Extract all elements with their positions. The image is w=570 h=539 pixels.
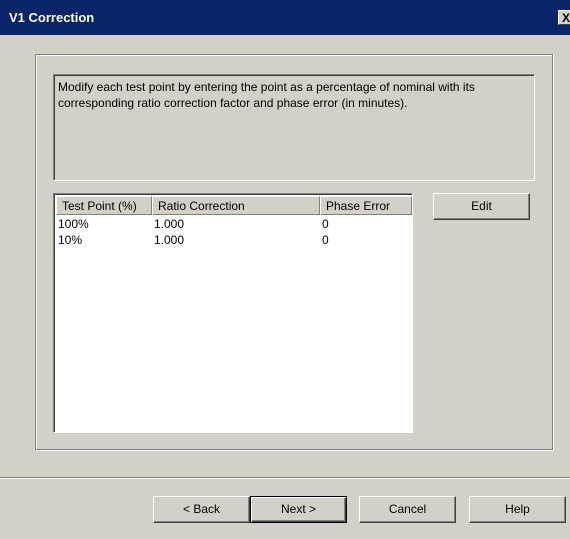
column-header-test-point[interactable]: Test Point (%) — [56, 196, 152, 215]
list-header: Test Point (%) Ratio Correction Phase Er… — [56, 196, 412, 215]
cell-test-point: 10% — [58, 233, 83, 247]
window-title: V1 Correction — [9, 10, 95, 25]
table-row[interactable]: 100% 1.000 0 — [56, 216, 410, 232]
title-bar[interactable]: V1 Correction X — [0, 0, 570, 35]
close-icon: X — [561, 11, 570, 25]
table-row[interactable]: 10% 1.000 0 — [56, 232, 410, 248]
test-point-list[interactable]: Test Point (%) Ratio Correction Phase Er… — [53, 193, 413, 433]
next-button[interactable]: Next > — [250, 496, 347, 523]
description-box: Modify each test point by entering the p… — [53, 74, 535, 181]
column-header-phase-error[interactable]: Phase Error — [320, 196, 412, 215]
cell-test-point: 100% — [58, 217, 89, 231]
cell-ratio-correction: 1.000 — [154, 233, 185, 247]
description-text: Modify each test point by entering the p… — [58, 80, 475, 110]
edit-button[interactable]: Edit — [433, 193, 530, 220]
close-button[interactable]: X — [558, 10, 570, 25]
help-button[interactable]: Help — [469, 496, 566, 523]
back-button[interactable]: < Back — [153, 496, 250, 523]
footer-separator — [0, 477, 570, 479]
column-header-ratio-correction[interactable]: Ratio Correction — [152, 196, 320, 215]
cancel-button[interactable]: Cancel — [359, 496, 456, 523]
cell-phase-error: 0 — [322, 217, 329, 231]
cell-ratio-correction: 1.000 — [154, 217, 185, 231]
cell-phase-error: 0 — [322, 233, 329, 247]
